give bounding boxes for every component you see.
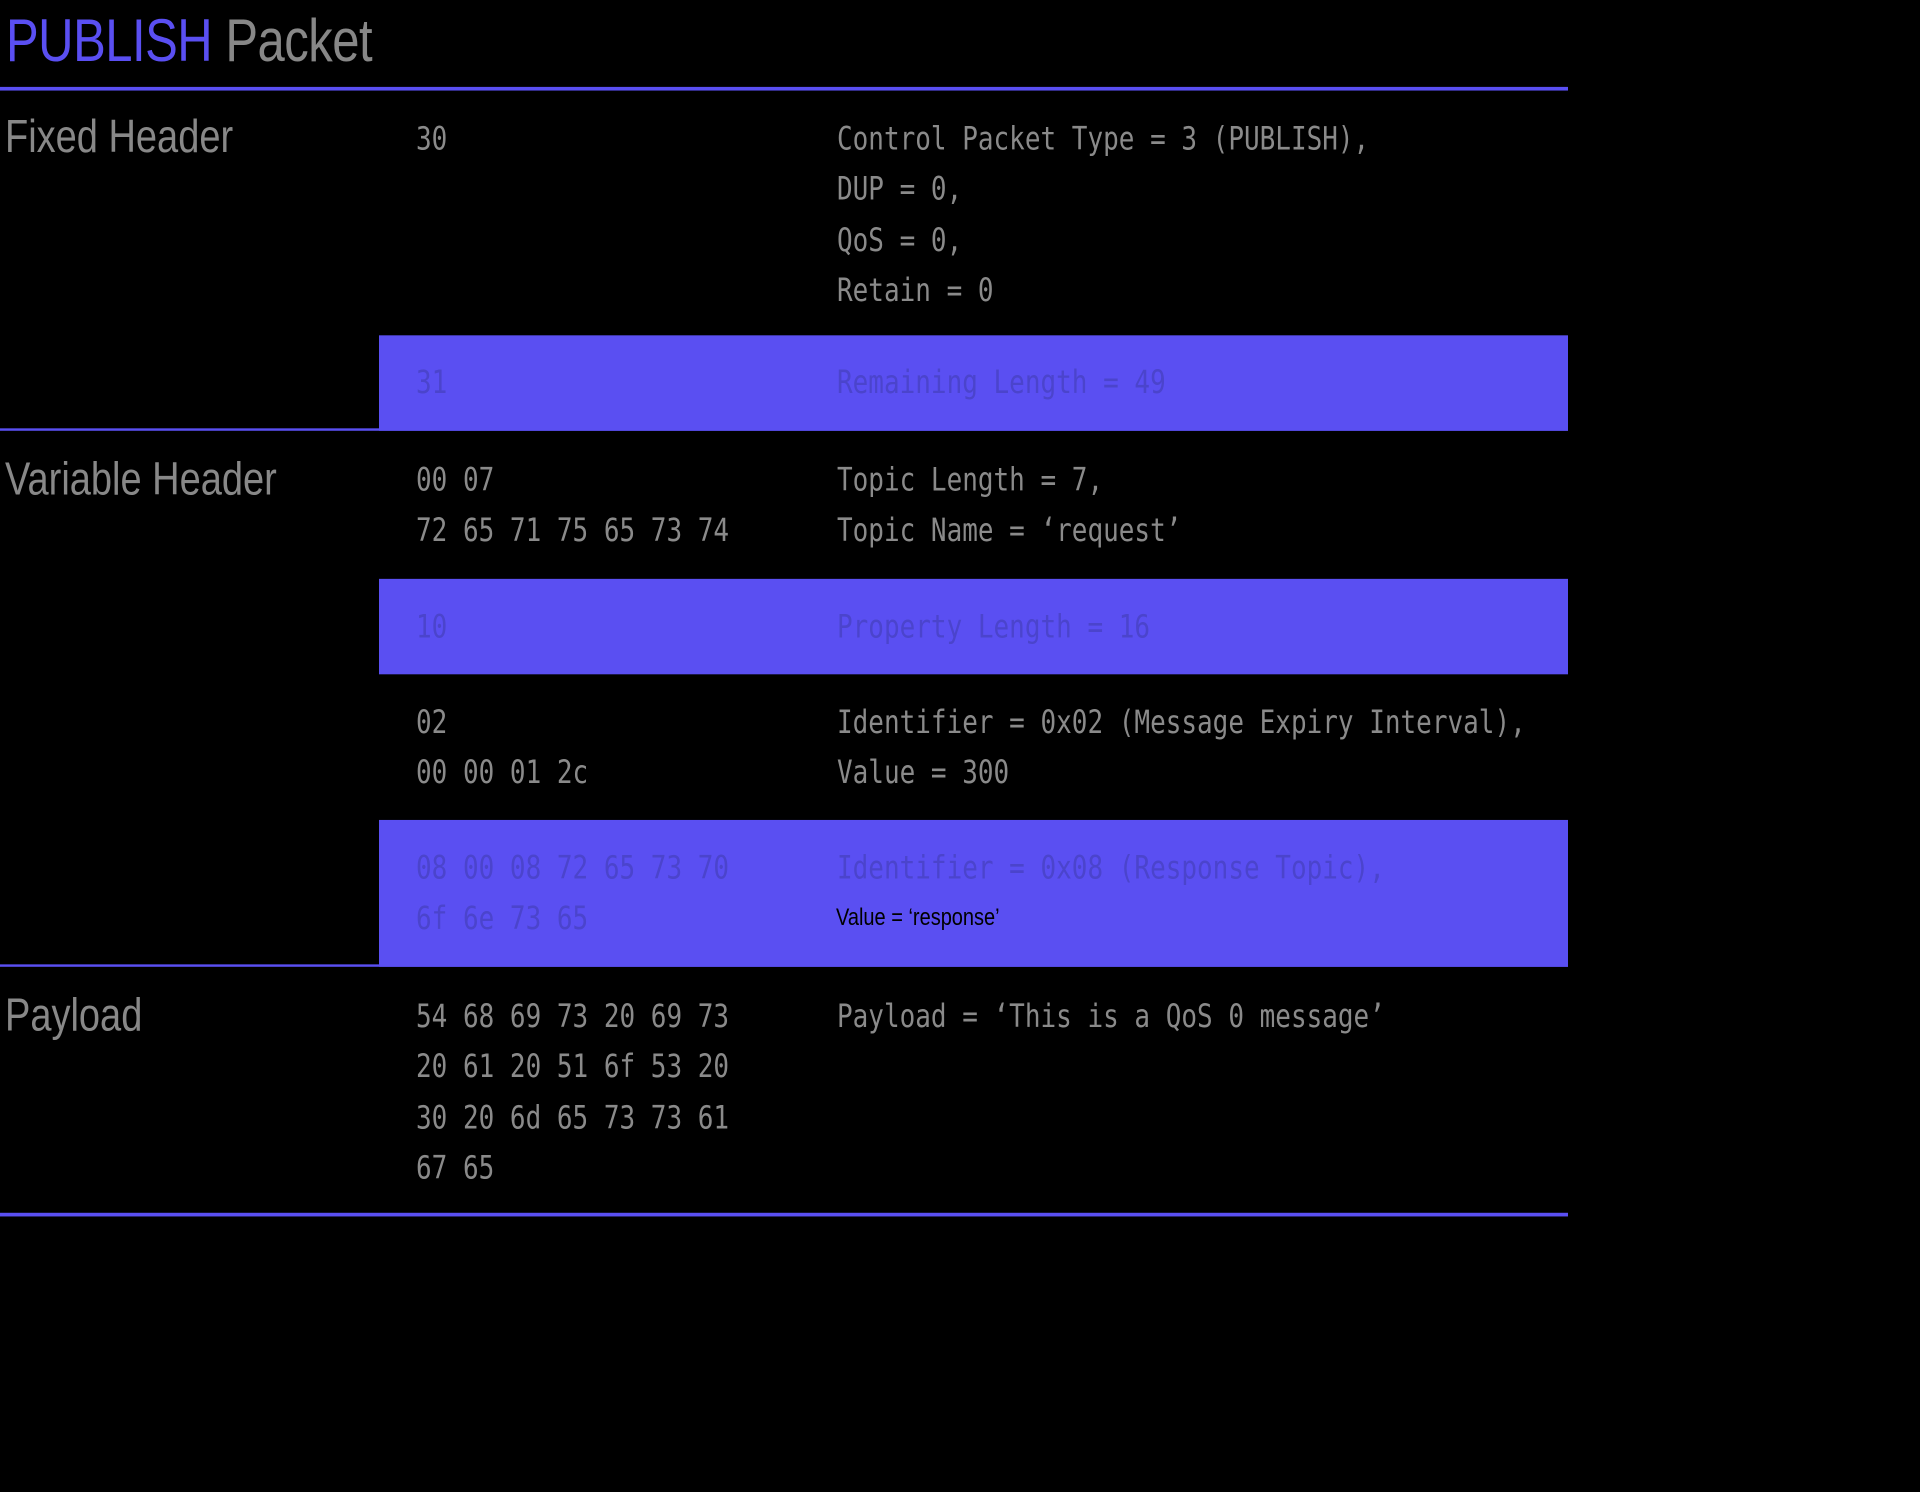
section-fixed-header: Fixed Header [5,111,234,163]
section-payload: Payload [5,990,143,1042]
property-length-hex: 10 [416,609,448,647]
control-byte-hex: 30 [416,121,448,158]
title-accent: PUBLISH [6,8,213,75]
remaining-length-desc: Remaining Length = 49 [837,364,1166,402]
expiry-desc: Identifier = 0x02 (Message Expiry Interv… [837,704,1526,793]
title-rest: Packet [225,8,373,75]
response-topic-desc: Identifier = 0x08 (Response Topic), [837,850,1385,888]
remaining-length-hex: 31 [416,364,448,402]
fixed-header-rule [0,428,1568,431]
response-topic-hex: 08 00 08 72 65 73 70 6f 6e 73 65 [416,850,730,938]
bottom-rule [0,1212,1568,1217]
response-topic-value-note: Value = ‘response’ [836,904,1000,932]
control-byte-desc: Control Packet Type = 3 (PUBLISH), DUP =… [837,121,1370,310]
top-rule [0,86,1568,91]
payload-desc: Payload = ‘This is a QoS 0 message’ [837,998,1385,1036]
variable-header-rule [0,964,1568,967]
topic-hex: 00 07 72 65 71 75 65 73 74 [416,462,730,550]
expiry-hex: 02 00 00 01 2c [416,704,589,793]
publish-packet-diagram: PUBLISH Packet Fixed Header 30 Control P… [0,0,1920,1492]
diagram-title: PUBLISH Packet [6,8,373,76]
property-length-desc: Property Length = 16 [837,609,1151,647]
payload-hex: 54 68 69 73 20 69 73 20 61 20 51 6f 53 2… [416,998,730,1187]
topic-desc: Topic Length = 7, Topic Name = ‘request’ [837,462,1182,550]
section-variable-header: Variable Header [5,454,277,506]
